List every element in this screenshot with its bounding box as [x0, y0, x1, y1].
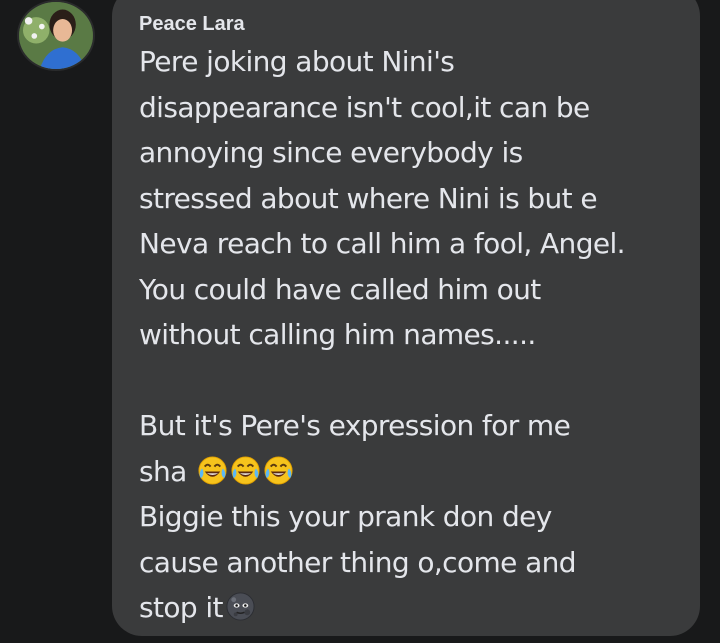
comment-body: Pere joking about Nini's disappearance i… — [139, 39, 680, 631]
new-moon-face-emoji-icon — [225, 591, 256, 622]
comment-line: annoying since everybody is — [139, 136, 523, 169]
comment-line: Neva reach to call him a fool, Angel. — [139, 227, 626, 260]
comment-blank-line — [139, 358, 680, 404]
comment-line: Pere joking about Nini's — [139, 45, 455, 78]
tears-of-joy-emoji-icon — [197, 455, 228, 486]
tears-of-joy-emoji-icon — [263, 455, 294, 486]
comment-line-text: sha — [139, 454, 187, 488]
comment-line: You could have called him out — [139, 272, 541, 306]
comment-line: Biggie this your prank don dey — [139, 500, 552, 533]
comment-line: But it's Pere's expression for me — [139, 409, 571, 442]
comment-line-with-emojis: sha — [139, 449, 680, 495]
comment-line: disappearance isn't cool,it can be — [139, 90, 590, 124]
avatar-photo-icon — [19, 2, 93, 69]
comment-line-with-emoji: stop it — [139, 585, 680, 631]
comment-line-text: stop it — [139, 591, 224, 624]
comment-line: without calling him names..... — [139, 318, 536, 351]
tears-of-joy-emoji-icon — [230, 455, 261, 486]
comment-line: stressed about where Nini is but e — [139, 181, 598, 215]
comment-bubble: Peace Lara Pere joking about Nini's disa… — [112, 0, 700, 636]
author-avatar[interactable] — [17, 0, 95, 71]
comment-line: cause another thing o,come and — [139, 545, 577, 579]
comment-author-name[interactable]: Peace Lara — [139, 12, 680, 36]
